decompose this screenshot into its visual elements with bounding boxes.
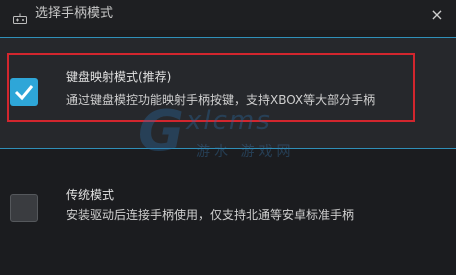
dialog-title: 选择手柄模式 [35,6,114,21]
keyboard-mapping-checkbox[interactable] [10,78,38,106]
check-icon [14,85,34,101]
option-title: 传统模式 [66,188,115,202]
option-title: 键盘映射模式(推荐) [66,70,172,84]
close-button[interactable]: × [428,6,446,24]
title-bar: 选择手柄模式 × [0,0,456,30]
gamepad-icon [13,9,27,24]
option-description: 通过键盘模控功能映射手柄按键，支持XBOX等大部分手柄 [66,93,376,107]
option-description: 安装驱动后连接手柄使用，仅支持北通等安卓标准手柄 [66,208,355,222]
traditional-checkbox[interactable] [10,194,38,222]
